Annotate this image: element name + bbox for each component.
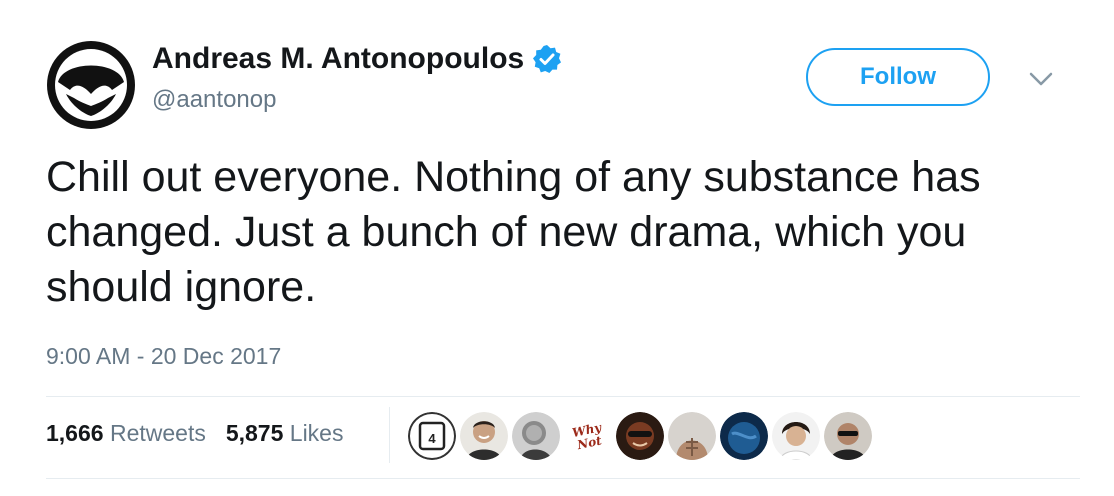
retweets-count: 1,666 (46, 420, 104, 446)
author-handle[interactable]: @aantonop (152, 86, 276, 114)
follow-button[interactable]: Follow (806, 48, 990, 106)
svg-text:4: 4 (428, 431, 436, 446)
author-avatar[interactable] (46, 40, 136, 130)
liker-avatar[interactable]: Why Not (564, 412, 612, 460)
man-portrait-avatar-icon (512, 412, 560, 460)
sunglasses-man-avatar-icon (824, 412, 872, 460)
liker-avatar[interactable] (772, 412, 820, 460)
retweets-stat[interactable]: 1,666 Retweets (46, 420, 206, 447)
stats-separator (389, 407, 390, 463)
tweet-stats: 1,666 Retweets 5,875 Likes (46, 420, 343, 447)
blue-planet-avatar-icon (720, 412, 768, 460)
retweets-label: Retweets (109, 420, 206, 446)
helmet-logo-icon (47, 41, 135, 129)
liker-avatar[interactable] (824, 412, 872, 460)
curly-hair-man-avatar-icon (772, 412, 820, 460)
dark-face-avatar-icon (616, 412, 664, 460)
liker-avatar[interactable]: 4 (408, 412, 456, 460)
author-name-row[interactable]: Andreas M. Antonopoulos (152, 42, 562, 76)
liker-avatar[interactable] (616, 412, 664, 460)
likes-count: 5,875 (225, 420, 284, 446)
verified-badge-icon (533, 45, 562, 73)
smiling-man-avatar-icon (460, 412, 508, 460)
whys-not-logo-avatar-icon: Why Not (564, 412, 612, 460)
muscle-torso-avatar-icon (668, 412, 716, 460)
divider-top (46, 396, 1080, 397)
liker-avatar[interactable] (512, 412, 560, 460)
tweet-text: Chill out everyone. Nothing of any subst… (46, 153, 981, 311)
likes-stat[interactable]: 5,875 Likes (226, 420, 344, 447)
liker-avatar[interactable] (460, 412, 508, 460)
tweet-card: Andreas M. Antonopoulos @aantonop Follow… (0, 0, 1114, 496)
liker-avatar[interactable] (668, 412, 716, 460)
likes-label: Likes (289, 420, 344, 446)
liker-avatar[interactable] (720, 412, 768, 460)
liker-avatars: 4 Why Not (408, 412, 876, 462)
chevron-down-icon[interactable] (1028, 70, 1054, 88)
tweet-timestamp[interactable]: 9:00 AM - 20 Dec 2017 (46, 343, 281, 370)
author-name[interactable]: Andreas M. Antonopoulos (152, 42, 524, 76)
divider-bottom (46, 478, 1080, 479)
b4-logo-avatar-icon: 4 (408, 412, 456, 460)
